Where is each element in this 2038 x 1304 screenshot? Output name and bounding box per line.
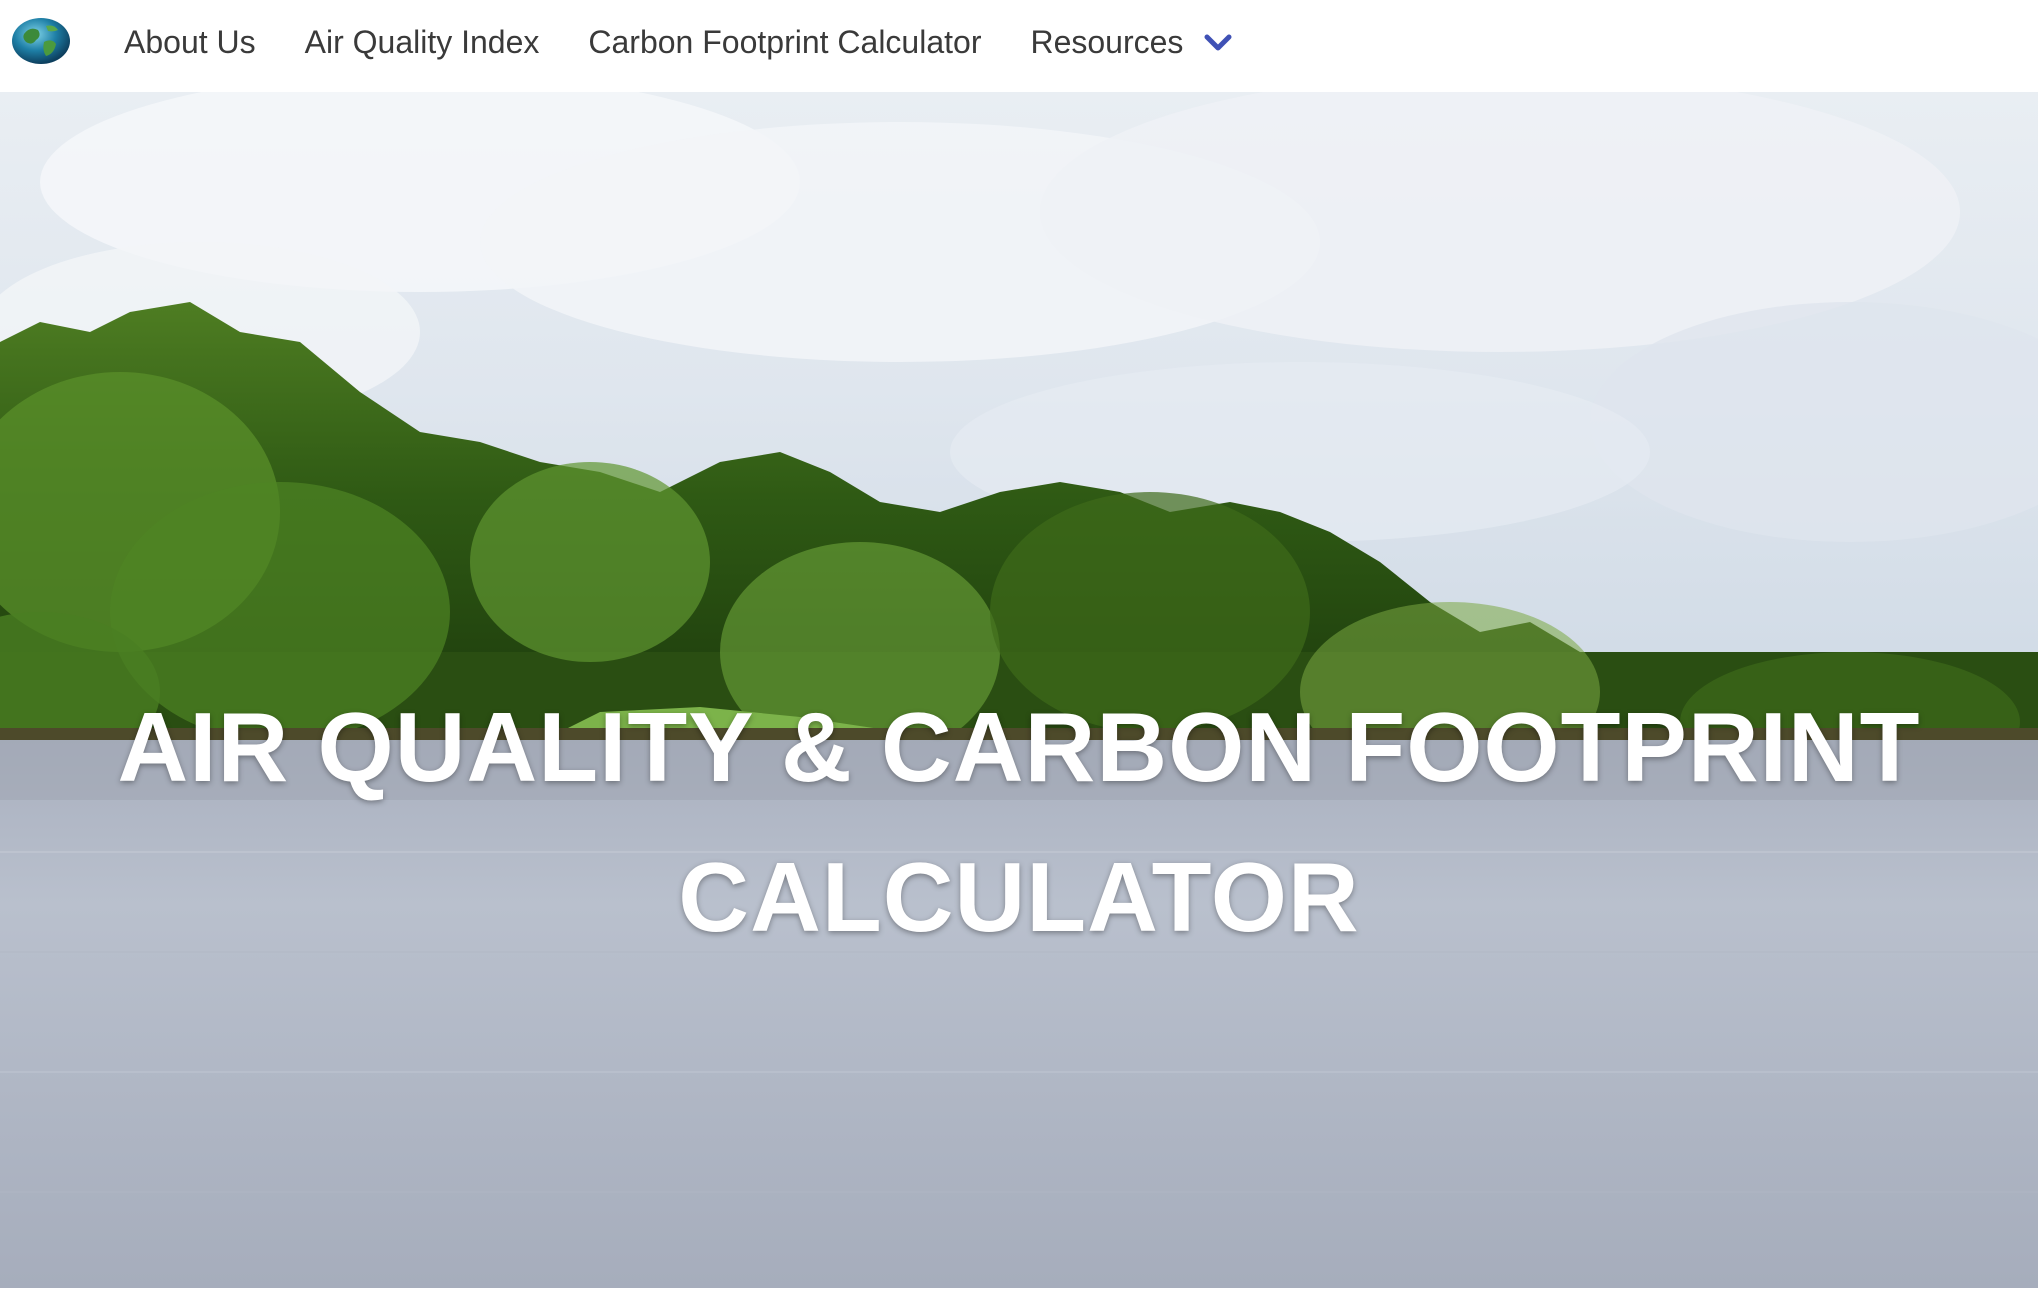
page-bottom-edge <box>0 1288 2038 1304</box>
top-navbar: About Us Air Quality Index Carbon Footpr… <box>0 0 2038 92</box>
nav-about-us-label: About Us <box>124 23 256 60</box>
chevron-down-icon[interactable] <box>1203 31 1233 53</box>
nav-carbon-footprint-calculator-label: Carbon Footprint Calculator <box>588 23 982 60</box>
hero-banner: AIR QUALITY & CARBON FOOTPRINT CALCULATO… <box>0 92 2038 1288</box>
nav-about-us[interactable]: About Us <box>124 24 256 61</box>
hero-title-line-2: CALCULATOR <box>678 842 1360 952</box>
nav-resources-label: Resources <box>1030 23 1184 60</box>
hero-title-line-1: AIR QUALITY & CARBON FOOTPRINT <box>117 692 1921 802</box>
nav-air-quality-index[interactable]: Air Quality Index <box>305 24 540 61</box>
nav-resources-dropdown[interactable]: Resources <box>1030 24 1233 61</box>
nav-air-quality-index-label: Air Quality Index <box>304 23 540 60</box>
hero-title: AIR QUALITY & CARBON FOOTPRINT CALCULATO… <box>0 672 2038 972</box>
nav-menu: About Us Air Quality Index Carbon Footpr… <box>124 0 1282 84</box>
nav-carbon-footprint-calculator[interactable]: Carbon Footprint Calculator <box>588 24 981 61</box>
globe-icon[interactable] <box>10 16 72 66</box>
